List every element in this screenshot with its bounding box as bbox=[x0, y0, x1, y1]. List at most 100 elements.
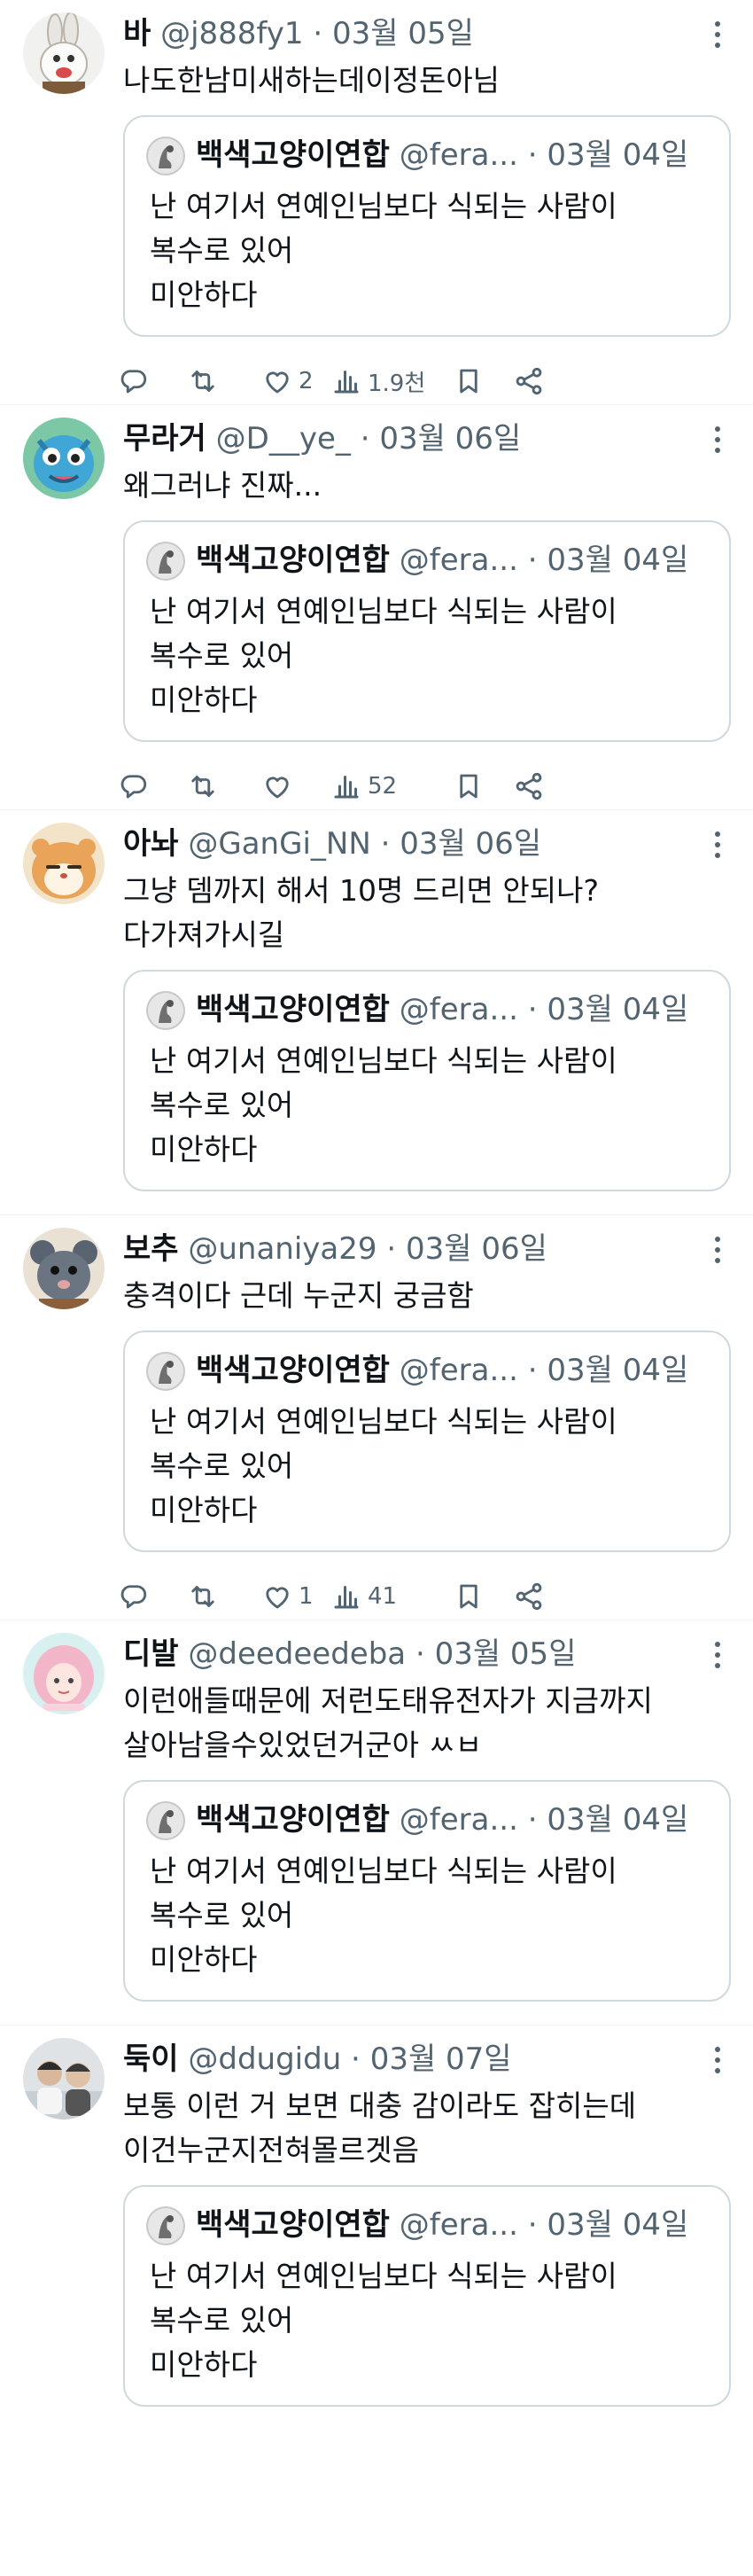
bookmark-icon bbox=[453, 1581, 485, 1612]
quoted-author-name: 백색고양이연합 bbox=[196, 2207, 390, 2243]
more-options-icon[interactable] bbox=[709, 2047, 726, 2073]
author-handle[interactable]: @D__ye_ bbox=[216, 421, 351, 457]
views-chart-icon bbox=[330, 1581, 362, 1612]
like-button[interactable] bbox=[261, 761, 299, 809]
author-name[interactable]: 디발 bbox=[123, 1636, 179, 1672]
quoted-text: 난 여기서 연예인님보다 식되는 사람이 복수로 있어 미안하다 bbox=[150, 189, 617, 312]
tweet[interactable]: 둑이 @ddugidu · 03월 07일 보통 이런 거 보면 대충 감이라도 … bbox=[0, 2026, 753, 2431]
author-name[interactable]: 무라거 bbox=[123, 421, 206, 457]
tweet-header: 디발 @deedeedeba · 03월 05일 bbox=[123, 1633, 691, 1675]
views-button[interactable]: 1.4천 bbox=[330, 2426, 425, 2431]
reply-button[interactable] bbox=[118, 1572, 155, 1620]
author-handle[interactable]: @j888fy1 bbox=[160, 16, 303, 51]
retweet-button[interactable] bbox=[187, 1572, 224, 1620]
retweet-icon bbox=[187, 365, 219, 397]
quoted-tweet[interactable]: 백색고양이연합 @fera... · 03월 04일 난 여기서 연예인님보다 식… bbox=[123, 1331, 731, 1552]
author-name[interactable]: 둑이 bbox=[123, 2041, 179, 2077]
quoted-author-name: 백색고양이연합 bbox=[196, 992, 390, 1027]
tweet-text: 충격이다 근데 누군지 궁금함 bbox=[123, 1278, 474, 1313]
quoted-date: 03월 04일 bbox=[547, 2207, 689, 2243]
bookmark-icon bbox=[453, 365, 485, 397]
bookmark-button[interactable] bbox=[453, 1572, 485, 1620]
tweet[interactable]: 디발 @deedeedeba · 03월 05일 이런애들때문에 저런도태유전자가… bbox=[0, 1620, 753, 2026]
tweet[interactable]: 바 @j888fy1 · 03월 05일 나도한남미새하는데이정돈아님 백색고양이연… bbox=[0, 0, 753, 405]
reply-icon bbox=[118, 365, 150, 397]
author-name[interactable]: 아놔 bbox=[123, 826, 179, 862]
views-chart-icon bbox=[330, 365, 362, 397]
quoted-tweet[interactable]: 백색고양이연합 @fera... · 03월 04일 난 여기서 연예인님보다 식… bbox=[123, 115, 731, 337]
reply-button[interactable] bbox=[118, 761, 155, 809]
reply-button[interactable] bbox=[118, 356, 155, 404]
views-count: 41 bbox=[368, 1583, 398, 1610]
tweet-date[interactable]: 03월 05일 bbox=[435, 1636, 577, 1672]
like-button[interactable]: 1 bbox=[261, 1572, 314, 1620]
tweet-text: 보통 이런 거 보면 대충 감이라도 잡히는데 이건누군지전혀몰르겟음 bbox=[123, 2088, 637, 2167]
views-count: 52 bbox=[368, 773, 398, 800]
bookmark-button[interactable] bbox=[453, 761, 485, 809]
more-options-icon[interactable] bbox=[709, 426, 726, 453]
hamster-avatar-icon[interactable] bbox=[23, 823, 105, 904]
quoted-header: 백색고양이연합 @fera... · 03월 04일 bbox=[196, 536, 718, 584]
rat-avatar-icon[interactable] bbox=[23, 1228, 105, 1309]
share-button[interactable] bbox=[513, 2426, 545, 2431]
retweet-button[interactable] bbox=[187, 356, 224, 404]
like-button[interactable]: 2 bbox=[261, 356, 314, 404]
author-name[interactable]: 바 bbox=[123, 16, 151, 51]
views-button[interactable]: 52 bbox=[330, 761, 398, 809]
people-photo-avatar-icon[interactable] bbox=[23, 2038, 105, 2119]
tweet-date[interactable]: 03월 06일 bbox=[406, 1231, 547, 1267]
quoted-author-name: 백색고양이연합 bbox=[196, 1802, 390, 1838]
tweet-date[interactable]: 03월 06일 bbox=[379, 421, 521, 457]
tweet-date[interactable]: 03월 06일 bbox=[400, 826, 541, 862]
more-options-icon[interactable] bbox=[709, 1237, 726, 1263]
separator-dot: · bbox=[376, 1231, 406, 1267]
share-icon bbox=[513, 770, 545, 802]
bookmark-button[interactable] bbox=[453, 2426, 485, 2431]
tweet-date[interactable]: 03월 07일 bbox=[370, 2041, 512, 2077]
more-options-icon[interactable] bbox=[709, 21, 726, 48]
bunny-avatar-icon[interactable] bbox=[23, 12, 105, 94]
retweet-button[interactable] bbox=[187, 761, 224, 809]
tweet[interactable]: 무라거 @D__ye_ · 03월 06일 왜그러냐 진짜... 백색고양이연합 @… bbox=[0, 405, 753, 810]
share-button[interactable] bbox=[513, 1572, 545, 1620]
tweet-actions: 1 41 bbox=[120, 1572, 731, 1620]
views-button[interactable]: 1.9천 bbox=[330, 356, 425, 404]
tweet[interactable]: 보추 @unaniya29 · 03월 06일충격이다 근데 누군지 궁금함백색… bbox=[0, 1215, 753, 1620]
quoted-avatar bbox=[146, 1801, 185, 1840]
views-chart-icon bbox=[330, 770, 362, 802]
quoted-author-handle: @fera... bbox=[399, 543, 518, 578]
separator-dot: · bbox=[370, 826, 400, 862]
separator-dot: · bbox=[406, 1636, 435, 1672]
author-handle[interactable]: @GanGi_NN bbox=[188, 826, 370, 862]
quoted-text: 난 여기서 연예인님보다 식되는 사람이 복수로 있어 미안하다 bbox=[150, 2259, 617, 2382]
like-button[interactable]: 4 bbox=[261, 2426, 314, 2431]
share-button[interactable] bbox=[513, 356, 545, 404]
share-button[interactable] bbox=[513, 761, 545, 809]
quoted-tweet[interactable]: 백색고양이연합 @fera... · 03월 04일 난 여기서 연예인님보다 식… bbox=[123, 2185, 731, 2407]
share-icon bbox=[513, 365, 545, 397]
quoted-avatar bbox=[146, 991, 185, 1030]
retweet-button[interactable]: 2 bbox=[187, 2426, 239, 2431]
bookmark-button[interactable] bbox=[453, 356, 485, 404]
tweet-actions: 2 1.9천 bbox=[120, 356, 731, 404]
blue-monster-avatar-icon[interactable] bbox=[23, 418, 105, 499]
quoted-tweet[interactable]: 백색고양이연합 @fera... · 03월 04일 난 여기서 연예인님보다 식… bbox=[123, 520, 731, 742]
author-handle[interactable]: @unaniya29 bbox=[188, 1231, 376, 1267]
more-options-icon[interactable] bbox=[709, 831, 726, 858]
tweet[interactable]: 아놔 @GanGi_NN · 03월 06일 그냥 뎀까지 해서 10명 드리면 … bbox=[0, 810, 753, 1215]
tweet-date[interactable]: 03월 05일 bbox=[332, 16, 474, 51]
more-options-icon[interactable] bbox=[709, 1642, 726, 1668]
separator-dot: · bbox=[517, 992, 547, 1027]
quoted-header: 백색고양이연합 @fera... · 03월 04일 bbox=[196, 986, 718, 1034]
tweet-header: 보추 @unaniya29 · 03월 06일 bbox=[123, 1228, 691, 1270]
author-name[interactable]: 보추 bbox=[123, 1231, 179, 1267]
author-handle[interactable]: @ddugidu bbox=[188, 2041, 341, 2077]
views-button[interactable]: 41 bbox=[330, 1572, 397, 1620]
quoted-tweet[interactable]: 백색고양이연합 @fera... · 03월 04일 난 여기서 연예인님보다 식… bbox=[123, 1780, 731, 2002]
reply-button[interactable] bbox=[118, 2426, 155, 2431]
author-handle[interactable]: @deedeedeba bbox=[188, 1636, 406, 1672]
like-count: 1 bbox=[299, 1583, 314, 1610]
quoted-tweet[interactable]: 백색고양이연합 @fera... · 03월 04일 난 여기서 연예인님보다 식… bbox=[123, 970, 731, 1191]
pink-anime-avatar-icon[interactable] bbox=[23, 1633, 105, 1714]
tweet-header: 바 @j888fy1 · 03월 05일 bbox=[123, 12, 691, 55]
